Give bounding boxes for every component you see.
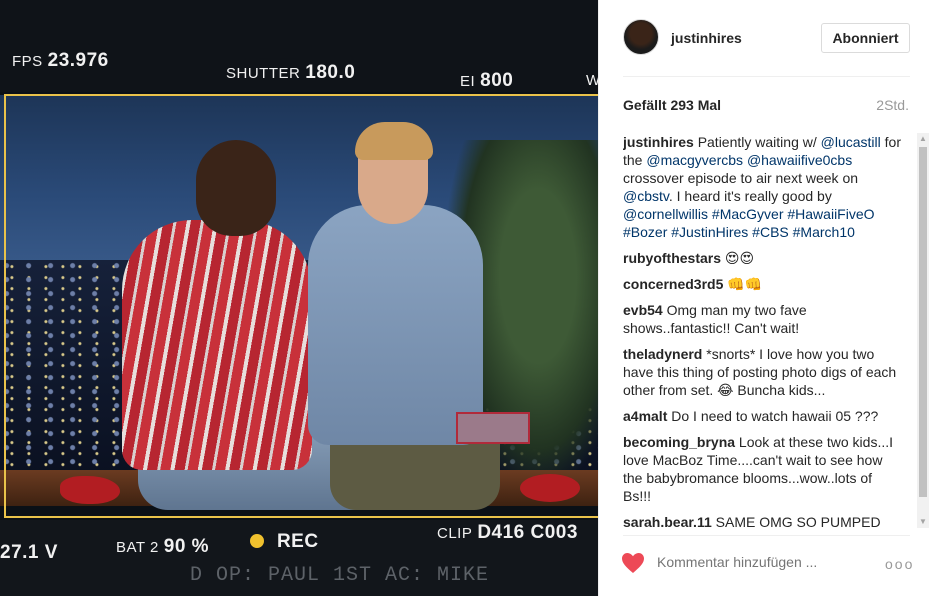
hud-wb-fragment: W (586, 72, 598, 89)
follow-button[interactable]: Abonniert (821, 23, 910, 53)
comment-username[interactable]: a4malt (623, 408, 667, 424)
comment-text: 😍😍 (724, 250, 755, 266)
hud-clip-label: CLIP (437, 525, 473, 542)
comment-username[interactable]: becoming_bryna (623, 434, 735, 450)
scroll-down-arrow-icon[interactable]: ▼ (917, 516, 929, 528)
hud-voltage-value: 27.1 V (0, 542, 58, 563)
heart-icon[interactable] (621, 552, 645, 574)
caption-link[interactable]: @cbstv (623, 188, 669, 204)
hud-voltage: 27.1 V (0, 542, 58, 564)
crew-tape-label: D OP: PAUL 1ST AC: MIKE (190, 564, 490, 587)
hud-shutter: SHUTTER 180.0 (226, 62, 355, 84)
caption-link[interactable]: @macgyvercbs (646, 152, 743, 168)
hud-ei: EI 800 (460, 70, 513, 92)
caption-fragment: crossover episode to air next week on (623, 170, 859, 186)
post-username[interactable]: justinhires (671, 30, 742, 46)
comment-text: SAME OMG SO PUMPED (715, 514, 881, 527)
post-sidebar: justinhires Abonniert Gefällt 293 Mal 2S… (598, 0, 933, 596)
comment-item: concerned3rd5 👊👊 (623, 275, 903, 293)
comment-item: a4malt Do I need to watch hawaii 05 ??? (623, 407, 903, 425)
hud-ei-value: 800 (480, 70, 514, 91)
scroll-thumb[interactable] (919, 147, 927, 497)
caption: justinhires Patiently waiting w/ @lucast… (623, 133, 903, 241)
comment-container: rubyofthestars 😍😍 concerned3rd5 👊👊 evb54 O… (623, 249, 903, 527)
caption-fragment: . I heard it's really good by (668, 188, 832, 204)
hud-fps-label: FPS (12, 53, 43, 70)
hud-wb: W (586, 72, 598, 90)
hud-battery-label: BAT 2 (116, 539, 159, 556)
caption-link[interactable]: @hawaiifive0cbs (747, 152, 852, 168)
comment-text: Do I need to watch hawaii 05 ??? (671, 408, 879, 424)
comments-list: justinhires Patiently waiting w/ @lucast… (623, 133, 903, 527)
comment-username[interactable]: theladynerd (623, 346, 702, 362)
divider (623, 535, 910, 536)
hud-clip: CLIP D416 C003 (437, 522, 578, 544)
comment-item: sarah.bear.11 SAME OMG SO PUMPED (623, 513, 903, 527)
caption-link[interactable]: #MacGyver (712, 206, 784, 222)
rec-dot-icon (250, 534, 264, 548)
hud-ei-label: EI (460, 73, 476, 90)
hud-fps: FPS 23.976 (12, 50, 109, 72)
comment-item: evb54 Omg man my two fave shows..fantast… (623, 301, 903, 337)
post-photo[interactable]: FPS 23.976 SHUTTER 180.0 EI 800 W 27.1 V… (0, 0, 598, 596)
caption-link[interactable]: #HawaiiFiveO (787, 206, 874, 222)
caption-link[interactable]: #March10 (793, 224, 855, 240)
hud-shutter-label: SHUTTER (226, 65, 301, 82)
comment-username[interactable]: evb54 (623, 302, 663, 318)
hud-shutter-value: 180.0 (305, 62, 356, 83)
comment-item: rubyofthestars 😍😍 (623, 249, 903, 267)
caption-username[interactable]: justinhires (623, 134, 694, 150)
caption-link[interactable]: @lucastill (821, 134, 881, 150)
hud-rec-label: REC (276, 531, 319, 552)
hud-rec: REC (250, 531, 319, 553)
comment-item: theladynerd *snorts* I love how you two … (623, 345, 903, 399)
frame-guide (4, 94, 598, 518)
comments-scrollbar[interactable]: ▲ ▼ (917, 133, 929, 528)
caption-link[interactable]: #JustinHires (671, 224, 748, 240)
hud-clip-value: D416 C003 (477, 522, 578, 543)
comment-username[interactable]: concerned3rd5 (623, 276, 723, 292)
post-header: justinhires Abonniert (599, 0, 933, 76)
hud-battery: BAT 2 90 % (116, 536, 209, 558)
comment-username[interactable]: sarah.bear.11 (623, 514, 712, 527)
caption-link[interactable]: #CBS (752, 224, 789, 240)
caption-link[interactable]: @cornellwillis (623, 206, 708, 222)
hud-fps-value: 23.976 (47, 50, 109, 71)
more-options-icon[interactable]: ooo (885, 556, 914, 572)
avatar[interactable] (623, 19, 659, 55)
divider (623, 76, 910, 77)
likes-count[interactable]: Gefällt 293 Mal (623, 97, 721, 113)
caption-link[interactable]: #Bozer (623, 224, 667, 240)
comment-input[interactable] (657, 554, 847, 570)
comment-text: 👊👊 (727, 276, 763, 292)
comment-username[interactable]: rubyofthestars (623, 250, 721, 266)
hud-battery-value: 90 % (163, 536, 210, 557)
comment-item: becoming_bryna Look at these two kids...… (623, 433, 903, 505)
post-timestamp[interactable]: 2Std. (876, 97, 909, 113)
caption-fragment: Patiently waiting w/ (697, 134, 821, 150)
scroll-up-arrow-icon[interactable]: ▲ (917, 133, 929, 145)
